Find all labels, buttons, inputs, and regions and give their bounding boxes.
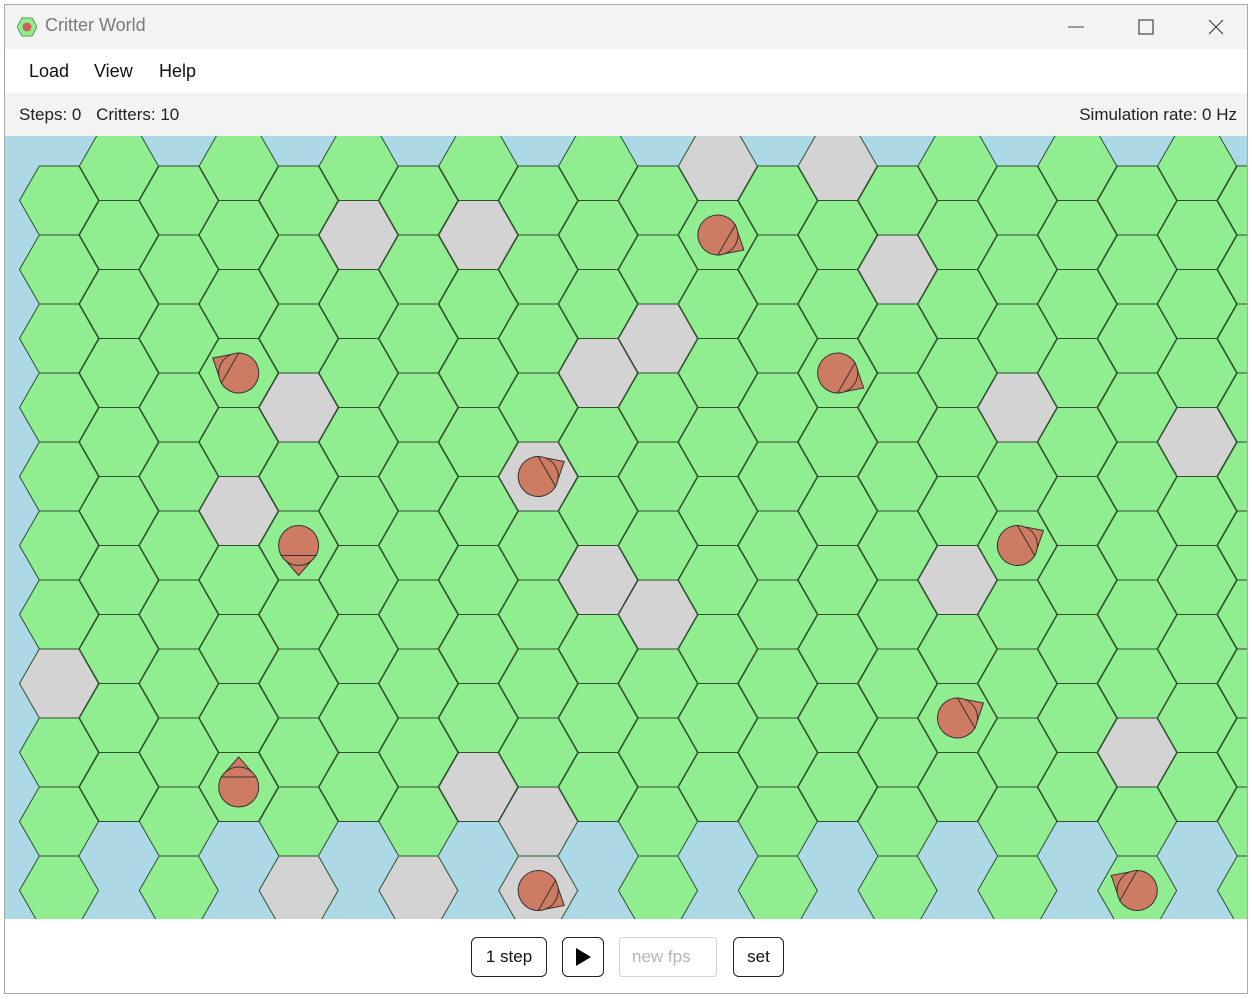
menu-help[interactable]: Help xyxy=(159,49,196,93)
menu-view[interactable]: View xyxy=(94,49,133,93)
maximize-icon xyxy=(1138,19,1154,35)
hex-grid[interactable] xyxy=(5,131,1249,926)
menu-bar: Load View Help xyxy=(5,49,1247,93)
close-button[interactable] xyxy=(1181,5,1247,49)
open-hex[interactable] xyxy=(18,855,100,926)
open-hex[interactable] xyxy=(1216,855,1249,926)
world-view[interactable] xyxy=(5,131,1249,926)
title-bar[interactable]: Critter World xyxy=(5,5,1247,49)
hexagon-critter-icon xyxy=(16,17,38,42)
open-hex[interactable] xyxy=(857,855,938,926)
step-button[interactable]: 1 step xyxy=(471,937,547,977)
maximize-button[interactable] xyxy=(1111,5,1181,49)
simulation-controls: 1 step set xyxy=(5,919,1247,993)
critter-world-window: Critter World Load View Help Steps: 0 Cr… xyxy=(4,4,1248,994)
fps-input[interactable] xyxy=(619,937,717,977)
play-button[interactable] xyxy=(562,937,604,977)
simulation-rate: Simulation rate: 0 Hz xyxy=(1079,105,1237,124)
rock-hex[interactable] xyxy=(258,855,339,926)
play-icon xyxy=(576,948,591,966)
close-icon xyxy=(1208,19,1224,35)
rock-hex[interactable] xyxy=(378,855,459,926)
menu-load[interactable]: Load xyxy=(29,49,69,93)
open-hex[interactable] xyxy=(138,855,219,926)
status-bar: Steps: 0 Critters: 10 Simulation rate: 0… xyxy=(5,93,1247,136)
window-title: Critter World xyxy=(45,15,146,35)
open-hex[interactable] xyxy=(737,855,818,926)
minimize-icon xyxy=(1068,26,1084,28)
minimize-button[interactable] xyxy=(1041,5,1111,49)
open-hex[interactable] xyxy=(977,855,1058,926)
critters-count: Critters: 10 xyxy=(96,105,180,124)
open-hex[interactable] xyxy=(617,855,699,926)
steps-count: Steps: 0 xyxy=(19,105,82,124)
set-fps-button[interactable]: set xyxy=(733,937,784,977)
